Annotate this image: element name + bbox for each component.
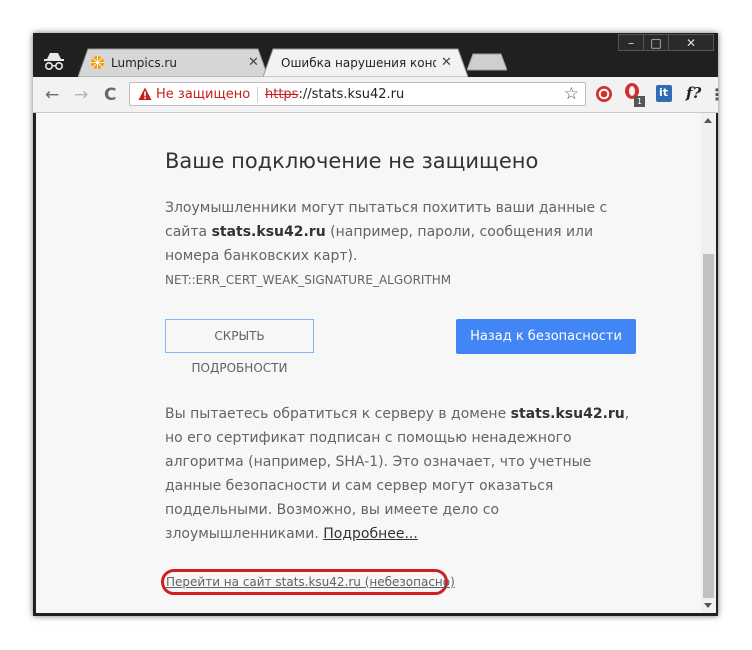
back-arrow-icon[interactable]: ← — [45, 85, 59, 105]
title-bar: Lumpics.ru ✕ Ошибка нарушения конфид ✕ –… — [33, 33, 718, 77]
tab-lumpics[interactable]: Lumpics.ru ✕ — [78, 48, 268, 77]
hide-details-button[interactable]: СКРЫТЬ ПОДРОБНОСТИ — [165, 319, 314, 375]
close-window-button[interactable]: ✕ — [668, 34, 714, 51]
bookmark-star-icon[interactable]: ☆ — [564, 84, 579, 104]
window-controls: – □ ✕ — [618, 34, 714, 52]
detail-pre: Вы пытаетесь обратиться к серверу в доме… — [165, 406, 507, 422]
scroll-down-icon[interactable] — [704, 603, 712, 608]
page-content: Ваше подключение не защищено Злоумышленн… — [36, 113, 716, 613]
tab-close-icon[interactable]: ✕ — [441, 55, 452, 70]
incognito-icon — [44, 53, 64, 71]
warning-triangle-icon — [138, 87, 152, 100]
not-secure-label[interactable]: Не защищено — [156, 87, 250, 102]
formula-extension-icon[interactable]: f? — [686, 84, 701, 102]
new-tab-button[interactable] — [467, 53, 507, 71]
vertical-scrollbar[interactable] — [701, 113, 716, 613]
error-code: NET::ERR_CERT_WEAK_SIGNATURE_ALGORITHM — [165, 273, 452, 287]
extension-it-label: it — [659, 86, 669, 99]
omnibox-divider — [257, 87, 258, 103]
scrollbar-thumb[interactable] — [703, 254, 714, 598]
extension-it-icon[interactable]: it — [656, 85, 672, 102]
forward-arrow-icon[interactable]: → — [74, 85, 88, 105]
browser-toolbar: ← → C Не защищено https://stats.ksu42.ru… — [33, 77, 725, 113]
scroll-up-icon[interactable] — [704, 118, 712, 123]
browser-window: Lumpics.ru ✕ Ошибка нарушения конфид ✕ –… — [33, 33, 725, 616]
page-title: Ваше подключение не защищено — [165, 149, 539, 173]
details-text: Вы пытаетесь обратиться к серверу в доме… — [165, 402, 645, 546]
extension-badge: 1 — [634, 96, 645, 107]
learn-more-link[interactable]: Подробнее... — [323, 526, 418, 542]
address-bar[interactable]: Не защищено https://stats.ksu42.ru ☆ — [129, 82, 586, 106]
detail-post: , но его сертификат подписан с помощью н… — [165, 406, 630, 542]
url-scheme: https — [265, 87, 299, 102]
intro-text: Злоумышленники могут пытаться похитить в… — [165, 196, 645, 292]
minimize-button[interactable]: – — [618, 34, 644, 51]
url-host: ://stats.ksu42.ru — [298, 87, 405, 102]
tab-error-page[interactable]: Ошибка нарушения конфид ✕ — [263, 48, 468, 77]
tab-title: Ошибка нарушения конфид — [281, 56, 436, 70]
chrome-menu-icon[interactable]: ⋮ — [709, 85, 725, 104]
back-to-safety-button[interactable]: Назад к безопасности — [456, 319, 636, 354]
detail-domain: stats.ksu42.ru — [510, 406, 625, 422]
tab-close-icon[interactable]: ✕ — [248, 55, 259, 70]
proceed-unsafe-link[interactable]: Перейти на сайт stats.ksu42.ru (небезопа… — [166, 575, 455, 589]
reload-icon[interactable]: C — [104, 85, 116, 105]
tab-title: Lumpics.ru — [111, 56, 177, 70]
maximize-button[interactable]: □ — [643, 34, 669, 51]
lumpics-favicon-icon — [90, 55, 105, 70]
ublock-extension-icon[interactable] — [595, 85, 613, 103]
url-text[interactable]: https://stats.ksu42.ru — [265, 87, 404, 102]
intro-domain: stats.ksu42.ru — [211, 224, 326, 240]
